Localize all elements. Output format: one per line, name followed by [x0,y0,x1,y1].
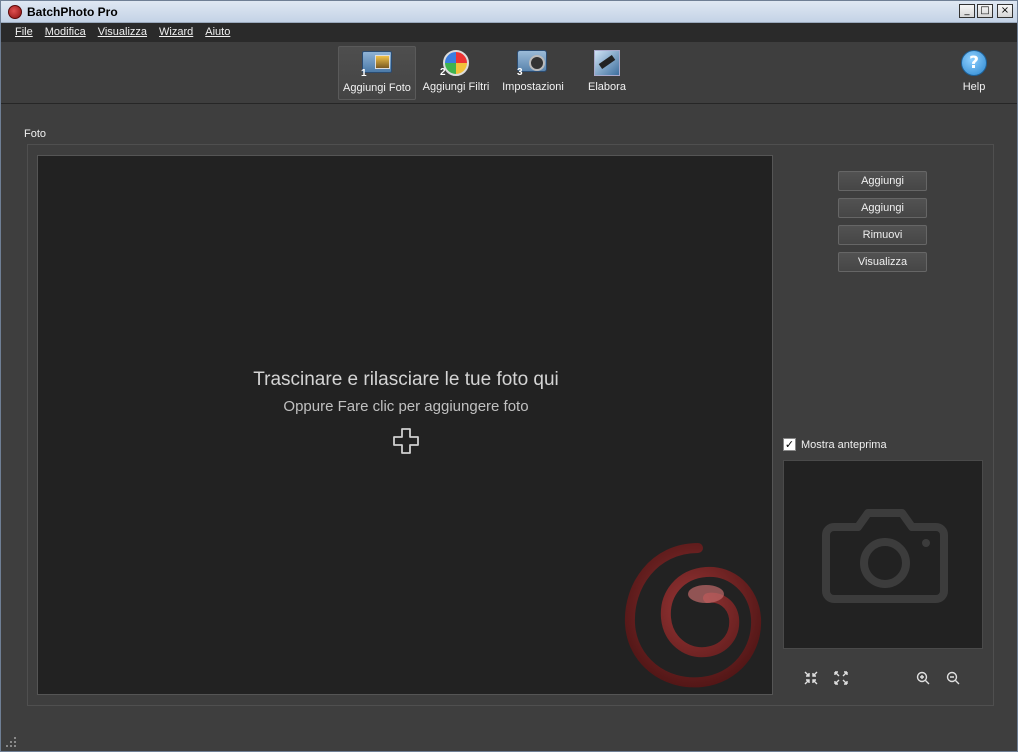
menu-visualizza[interactable]: Visualizza [92,23,153,42]
step-number: 1 [361,68,367,79]
add-plus-icon[interactable] [392,427,420,455]
camera-placeholder-icon [822,509,948,603]
tool-label: Elabora [588,81,626,93]
photo-drop-zone[interactable]: Trascinare e rilasciare le tue foto qui … [37,155,773,695]
maximize-button[interactable]: □ [977,4,993,18]
add-photos-icon: 1 [361,51,393,79]
show-preview-label[interactable]: Mostra anteprima [801,439,887,451]
preview-pane [783,460,983,649]
filters-icon: 2 [440,50,472,78]
photos-group-label: Foto [24,128,47,140]
help-icon: ? [958,50,990,78]
add-button[interactable]: Aggiungi [838,171,927,191]
resize-grip-icon[interactable] [5,736,17,748]
app-logo-icon[interactable] [8,5,22,19]
menu-file[interactable]: File [9,23,39,42]
window-title: BatchPhoto Pro [27,5,118,19]
show-preview-checkbox[interactable]: ✓ [783,438,796,451]
step-number: 3 [517,67,523,78]
zoom-out-icon[interactable] [945,670,961,686]
tool-label: Aggiungi Filtri [422,81,490,93]
fit-icon[interactable] [803,670,819,686]
settings-camera-icon: 3 [517,50,549,78]
tool-label: Help [962,81,986,93]
tool-label: Impostazioni [502,81,564,93]
close-button[interactable]: × [997,4,1013,18]
drop-zone-title: Trascinare e rilasciare le tue foto qui [253,369,559,390]
tool-add-filters[interactable]: 2 Aggiungi Filtri [417,46,495,100]
tool-process[interactable]: Elabora [568,46,646,100]
remove-button[interactable]: Rimuovi [838,225,927,245]
menu-bar: File Modifica Visualizza Wizard Aiuto [1,23,1017,42]
process-icon [591,50,623,78]
watermark-logo-icon [624,543,762,688]
step-number: 2 [440,67,446,78]
expand-icon[interactable] [833,670,849,686]
minimize-button[interactable]: _ [959,4,975,18]
window-controls: _ □ × [959,4,1013,18]
drop-zone-subtitle[interactable]: Oppure Fare clic per aggiungere foto [38,398,772,415]
zoom-in-icon[interactable] [915,670,931,686]
title-bar[interactable]: BatchPhoto Pro _ □ × [1,1,1017,23]
menu-wizard[interactable]: Wizard [153,23,199,42]
add-folder-button[interactable]: Aggiungi [838,198,927,218]
menu-aiuto[interactable]: Aiuto [199,23,236,42]
tool-settings[interactable]: 3 Impostazioni [494,46,572,100]
tool-label: Aggiungi Foto [343,82,411,94]
tool-help[interactable]: ? Help [935,46,1013,100]
menu-modifica[interactable]: Modifica [39,23,92,42]
view-button[interactable]: Visualizza [838,252,927,272]
app-window: BatchPhoto Pro _ □ × File Modifica Visua… [0,0,1018,752]
tool-add-photos[interactable]: 1 Aggiungi Foto [338,46,416,100]
toolbar: 1 Aggiungi Foto 2 Aggiungi Filtri 3 Impo… [1,42,1017,104]
